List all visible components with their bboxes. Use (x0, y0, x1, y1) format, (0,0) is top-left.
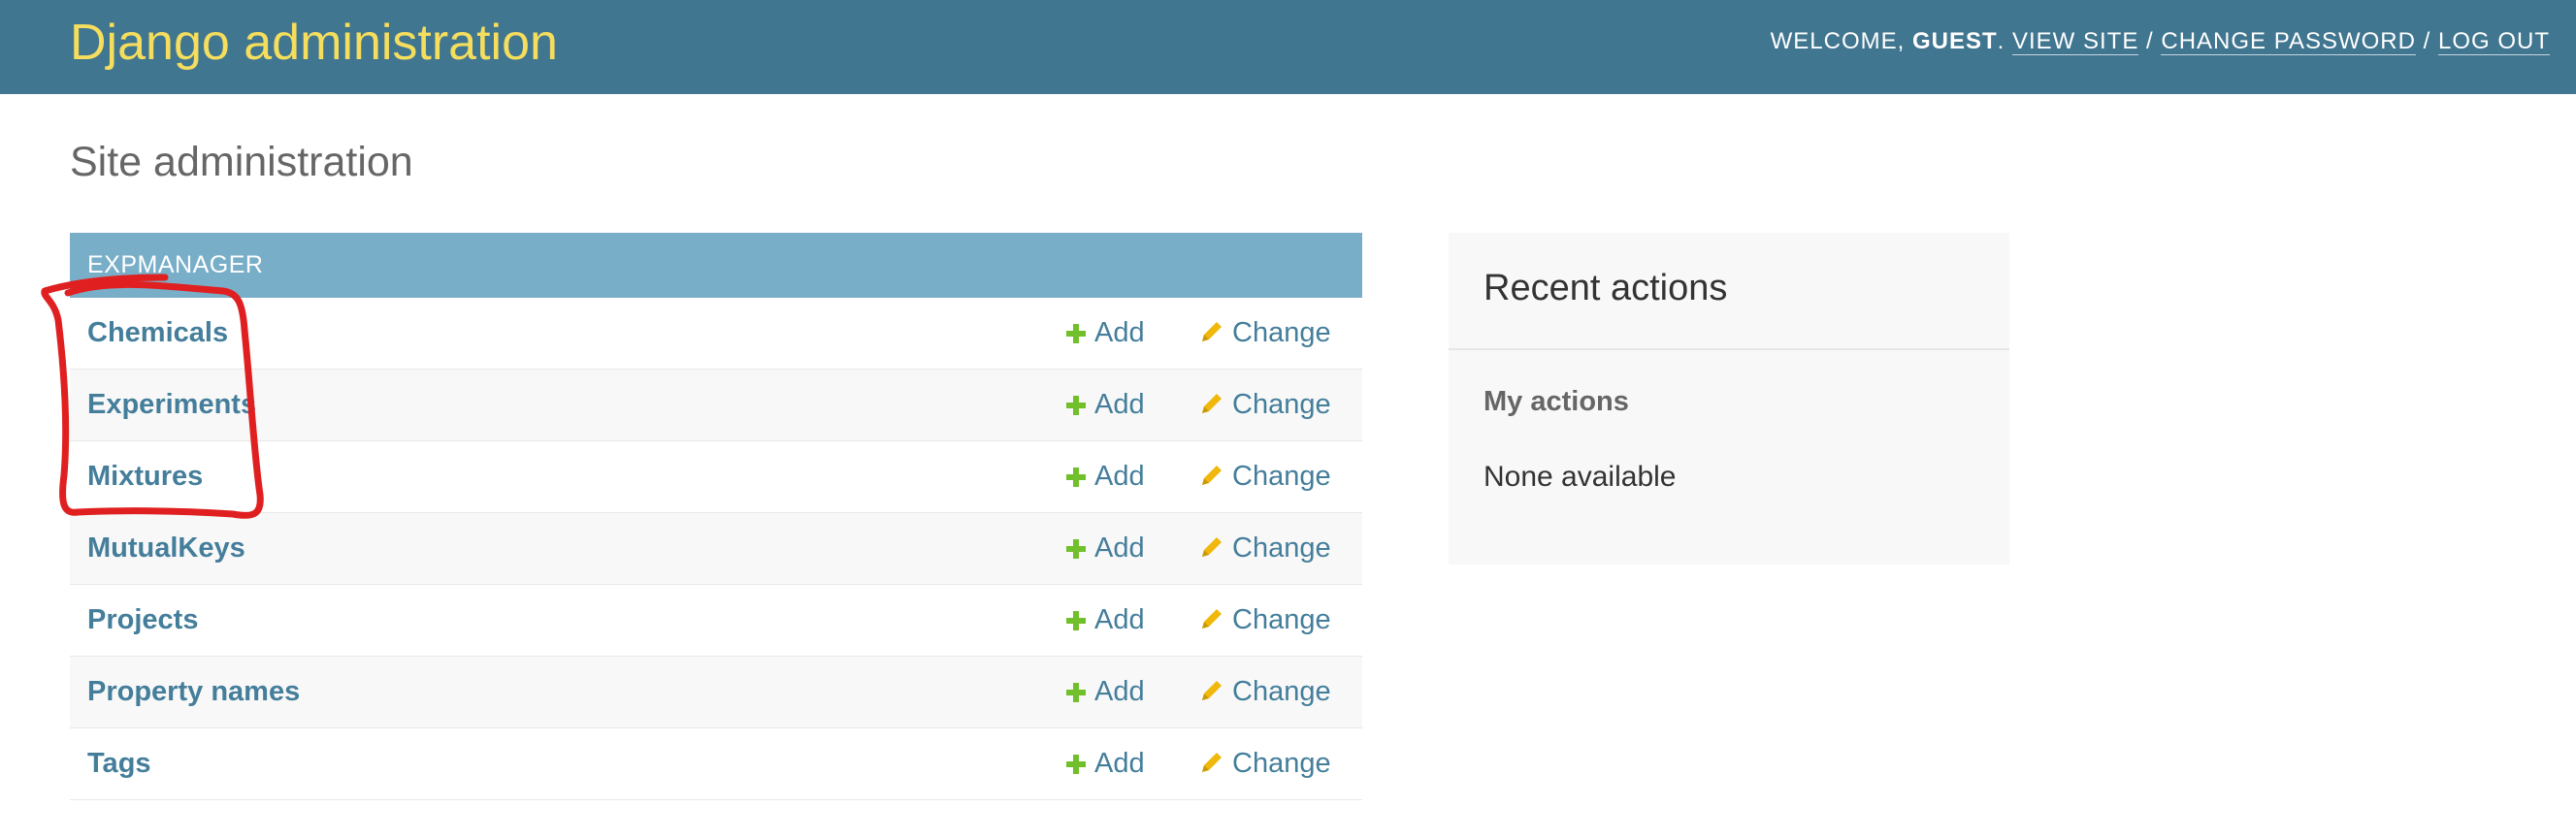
log-out-link[interactable]: Log out (2437, 28, 2550, 55)
add-link[interactable]: Add (1065, 657, 1145, 730)
model-link[interactable]: Tags (87, 728, 151, 799)
divider (1449, 348, 2009, 350)
pencil-icon (1199, 444, 1224, 515)
change-link[interactable]: Change (1199, 441, 1331, 515)
change-label: Change (1232, 604, 1331, 635)
add-label: Add (1094, 461, 1145, 492)
change-link[interactable]: Change (1199, 513, 1331, 587)
model-row: Experiments Add Change (70, 370, 1362, 441)
change-link[interactable]: Change (1199, 298, 1331, 371)
plus-icon (1065, 444, 1087, 515)
change-label: Change (1232, 676, 1331, 707)
pencil-icon (1199, 588, 1224, 659)
app-module-expmanager: Expmanager Chemicals Add Change Experiments… (70, 233, 1362, 800)
model-row: Mixtures Add Change (70, 441, 1362, 513)
change-label: Change (1232, 532, 1331, 564)
plus-icon (1065, 660, 1087, 730)
separator: / (2423, 28, 2431, 54)
page-title: Site administration (70, 139, 413, 185)
recent-actions-module: Recent actions My actions None available (1449, 233, 2009, 565)
model-link[interactable]: Experiments (87, 370, 256, 440)
add-label: Add (1094, 604, 1145, 635)
separator: / (2146, 28, 2154, 54)
site-branding[interactable]: Django administration (70, 14, 558, 72)
model-row: Projects Add Change (70, 585, 1362, 657)
my-actions-heading: My actions (1484, 386, 1629, 417)
pencil-icon (1199, 516, 1224, 587)
change-label: Change (1232, 389, 1331, 420)
plus-icon (1065, 588, 1087, 659)
username: Guest (1911, 28, 1998, 54)
change-label: Change (1232, 461, 1331, 492)
welcome-text: Welcome, (1770, 28, 1906, 54)
change-label: Change (1232, 748, 1331, 779)
model-row: Tags Add Change (70, 728, 1362, 800)
app-caption[interactable]: Expmanager (70, 233, 1362, 298)
add-link[interactable]: Add (1065, 728, 1145, 802)
header: Django administration Welcome, Guest. Vi… (0, 0, 2576, 94)
plus-icon (1065, 301, 1087, 371)
change-link[interactable]: Change (1199, 370, 1331, 443)
add-link[interactable]: Add (1065, 298, 1145, 371)
model-list: Chemicals Add Change Experiments Add Change Mi… (70, 298, 1362, 800)
model-row: Chemicals Add Change (70, 298, 1362, 370)
change-link[interactable]: Change (1199, 657, 1331, 730)
change-label: Change (1232, 317, 1331, 348)
plus-icon (1065, 516, 1087, 587)
model-row: Property names Add Change (70, 657, 1362, 728)
no-actions-text: None available (1484, 461, 1677, 493)
model-link[interactable]: Projects (87, 585, 198, 656)
user-tools: Welcome, Guest. View site / Change passw… (1770, 28, 2550, 55)
recent-actions-title: Recent actions (1484, 268, 1728, 308)
change-link[interactable]: Change (1199, 585, 1331, 659)
change-password-link[interactable]: Change password (2161, 28, 2416, 55)
model-link[interactable]: Mixtures (87, 441, 203, 512)
model-link[interactable]: Chemicals (87, 298, 228, 369)
add-label: Add (1094, 532, 1145, 564)
model-link[interactable]: Property names (87, 657, 300, 727)
pencil-icon (1199, 301, 1224, 371)
add-label: Add (1094, 317, 1145, 348)
plus-icon (1065, 372, 1087, 443)
add-link[interactable]: Add (1065, 441, 1145, 515)
pencil-icon (1199, 731, 1224, 802)
add-label: Add (1094, 748, 1145, 779)
change-link[interactable]: Change (1199, 728, 1331, 802)
add-link[interactable]: Add (1065, 585, 1145, 659)
add-label: Add (1094, 676, 1145, 707)
view-site-link[interactable]: View site (2012, 28, 2139, 55)
model-row: MutualKeys Add Change (70, 513, 1362, 585)
add-label: Add (1094, 389, 1145, 420)
pencil-icon (1199, 372, 1224, 443)
add-link[interactable]: Add (1065, 513, 1145, 587)
pencil-icon (1199, 660, 1224, 730)
model-link[interactable]: MutualKeys (87, 513, 245, 584)
plus-icon (1065, 731, 1087, 802)
add-link[interactable]: Add (1065, 370, 1145, 443)
